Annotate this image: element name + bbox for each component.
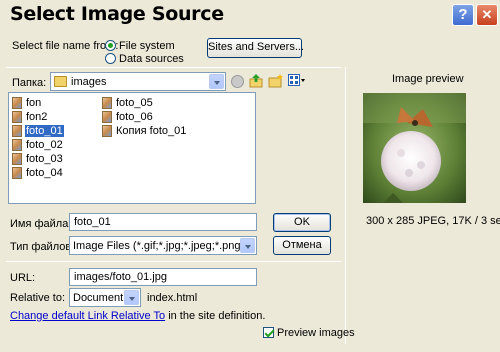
- filetype-value: Image Files (*.gif;*.jpg;*.jpeg;*.png): [73, 240, 245, 252]
- change-default-link[interactable]: Change default Link Relative To: [10, 310, 165, 322]
- filename-label: Имя файла:: [10, 218, 72, 230]
- help-button[interactable]: ?: [452, 4, 474, 26]
- close-icon: ✕: [481, 7, 493, 22]
- image-file-icon: [12, 167, 22, 179]
- list-item[interactable]: fon: [12, 97, 42, 110]
- chevron-down-icon[interactable]: [124, 290, 139, 305]
- relative-to-value: Document: [73, 292, 124, 304]
- image-file-icon: [12, 111, 22, 123]
- top-separator: [6, 67, 341, 68]
- image-file-icon: [102, 111, 112, 123]
- radio-data-sources-label[interactable]: Data sources: [119, 53, 184, 65]
- radio-file-system-label[interactable]: File system: [119, 40, 175, 52]
- change-link-suffix: in the site definition.: [168, 310, 266, 322]
- relative-to-label: Relative to:: [10, 292, 66, 304]
- folder-value: images: [71, 76, 107, 88]
- back-icon[interactable]: [231, 75, 244, 88]
- up-folder-icon[interactable]: [249, 73, 263, 88]
- vertical-separator: [345, 67, 346, 344]
- list-item[interactable]: foto_05: [102, 97, 154, 110]
- list-item[interactable]: foto_06: [102, 111, 154, 124]
- folder-icon: [54, 76, 67, 87]
- folder-label-text: Папка:: [12, 77, 47, 89]
- file-list[interactable]: fon fon2 foto_01 foto_02 foto_03 foto_04…: [8, 92, 256, 204]
- folder-combobox[interactable]: images: [50, 72, 226, 91]
- list-item[interactable]: Копия foto_01: [102, 125, 187, 138]
- image-file-icon: [12, 125, 22, 137]
- view-menu-icon[interactable]: [288, 74, 306, 88]
- chevron-down-icon[interactable]: [209, 74, 224, 89]
- title-bar: Select Image Source ? ✕: [0, 0, 500, 31]
- select-image-source-dialog: Select Image Source ? ✕ Select file name…: [0, 0, 500, 352]
- url-input[interactable]: images/foto_01.jpg: [69, 268, 257, 286]
- relative-to-combobox[interactable]: Document: [69, 288, 141, 307]
- list-item[interactable]: fon2: [12, 111, 48, 124]
- image-file-icon: [12, 153, 22, 165]
- filename-input[interactable]: foto_01: [69, 213, 257, 231]
- preview-images-checkbox[interactable]: [263, 327, 274, 338]
- ok-button[interactable]: OK: [273, 213, 331, 232]
- relative-page-name: index.html: [147, 292, 198, 304]
- middle-separator: [6, 261, 341, 262]
- image-file-icon: [12, 97, 22, 109]
- sites-and-servers-button[interactable]: Sites and Servers...: [207, 38, 304, 58]
- filetype-combobox[interactable]: Image Files (*.gif;*.jpg;*.jpeg;*.png): [69, 236, 257, 255]
- image-preview-heading: Image preview: [392, 73, 464, 85]
- list-item[interactable]: foto_04: [12, 167, 64, 180]
- select-from-label: Select file name from:: [12, 40, 119, 52]
- image-file-icon: [102, 125, 112, 137]
- image-file-icon: [12, 139, 22, 151]
- change-default-link-row: Change default Link Relative To in the s…: [10, 310, 265, 322]
- image-file-icon: [102, 97, 112, 109]
- new-folder-icon[interactable]: [268, 73, 284, 88]
- folder-label: Папка:: [12, 77, 46, 89]
- chevron-down-icon[interactable]: [240, 238, 255, 253]
- radio-data-sources[interactable]: [105, 53, 116, 64]
- close-button[interactable]: ✕: [476, 4, 498, 26]
- list-item[interactable]: foto_03: [12, 153, 64, 166]
- radio-file-system[interactable]: [105, 40, 116, 51]
- filetype-label: Тип файлов:: [10, 241, 75, 253]
- list-item[interactable]: foto_02: [12, 139, 64, 152]
- list-item-selected[interactable]: foto_01: [12, 125, 64, 138]
- url-label: URL:: [10, 272, 36, 284]
- image-preview-info: 300 x 285 JPEG, 17K / 3 sec: [366, 215, 500, 227]
- image-preview-thumbnail: [363, 93, 466, 203]
- cancel-button[interactable]: Отмена: [273, 236, 331, 255]
- preview-images-label[interactable]: Preview images: [277, 327, 355, 339]
- dialog-title: Select Image Source: [10, 3, 224, 25]
